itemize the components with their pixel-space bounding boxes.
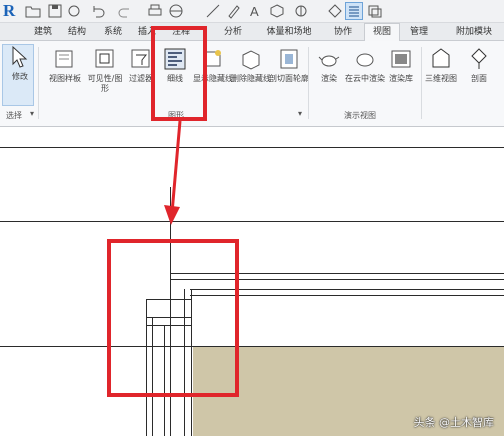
section-icon[interactable] [293,3,309,19]
dimension-icon[interactable] [205,3,221,19]
group-presentation-label: 演示视图 [344,111,376,120]
view-template-icon [54,47,76,71]
drawing-line [0,346,504,347]
render-cloud-label: 在云中渲染 [345,74,385,83]
ribbon-tabs: 建筑 结构 系统 插入 注释 分析 体量和场地 协作 视图 管理 附加模块 [0,23,504,41]
save-icon[interactable] [47,3,63,19]
remove-hidden-label: 删除隐藏线 [231,74,271,83]
cursor-icon [7,45,29,69]
open-icon[interactable] [25,3,41,19]
tab-view[interactable]: 视图 [364,23,400,41]
group-select-label[interactable]: 选择 [6,110,22,121]
revit-logo[interactable]: R [3,1,17,20]
drawing-line [0,221,504,222]
thin-lines-highlight-box [151,26,207,121]
svg-text:A: A [250,4,259,19]
redo-icon[interactable] [117,3,133,19]
pointer-arrow-icon [164,121,182,225]
tab-architecture[interactable]: 建筑 [28,25,58,39]
tag-icon[interactable] [226,3,242,19]
switch-windows-icon[interactable] [367,3,383,19]
cloud-teapot-icon [354,47,376,71]
remove-hidden-lines-button[interactable]: 删除隐藏线 [231,47,271,103]
modify-button[interactable]: 修改 [2,44,34,106]
tab-collaborate[interactable]: 协作 [328,25,358,39]
section-label: 剖面 [471,74,487,83]
view-templates-label: 视图样板 [49,74,81,83]
print-icon[interactable] [147,3,163,19]
ribbon-panel: 修改 视图样板 可见性/图形 过滤器 细线 显示隐藏线 删除隐藏线 剖切面轮廓 … [0,41,504,127]
cut-profile-icon [278,47,300,71]
render-button[interactable]: 渲染 [312,47,346,103]
render-cloud-button[interactable]: 在云中渲染 [345,47,385,103]
tab-structure[interactable]: 结构 [62,25,92,39]
cut-profile-label: 剖切面轮廓 [269,74,309,83]
house-3d-icon [430,47,452,71]
filter-icon [130,47,152,71]
drawing-line [0,147,504,148]
render-gallery-label: 渲染库 [389,74,413,83]
view-templates-button[interactable]: 视图样板 [48,47,82,103]
3d-view-icon[interactable] [269,3,285,19]
cut-profile-button[interactable]: 剖切面轮廓 [269,47,309,103]
3d-view-button[interactable]: 三维视图 [424,47,458,103]
visibility-graphics-label: 可见性/图形 [87,74,123,93]
remove-hidden-icon [240,47,262,71]
chevron-down-icon[interactable]: ▾ [30,109,34,118]
detail-highlight-box [107,239,239,397]
group-expand-icon[interactable]: ▾ [298,109,302,118]
tab-massing-site[interactable]: 体量和场地 [258,25,320,39]
visibility-graphics-button[interactable]: 可见性/图形 [88,47,122,103]
modify-label: 修改 [12,72,28,81]
visibility-icon [94,47,116,71]
tab-manage[interactable]: 管理 [404,25,434,39]
watermark-text: 头条 @土木智库 [413,416,495,429]
teapot-icon [318,47,340,71]
measure-icon[interactable] [168,3,184,19]
sync-icon[interactable] [66,3,82,19]
render-gallery-button[interactable]: 渲染库 [384,47,418,103]
3d-view-label: 三维视图 [425,74,457,83]
undo-icon[interactable] [90,3,106,19]
tab-add-ins[interactable]: 附加模块 [446,25,502,39]
gallery-icon [390,47,412,71]
tab-systems[interactable]: 系统 [98,25,128,39]
thin-lines-icon[interactable] [345,2,363,20]
section-ribbon-icon [468,47,490,71]
render-label: 渲染 [321,74,337,83]
text-icon[interactable]: A [247,3,263,19]
drawing-canvas[interactable]: 头条 @土木智库 [0,127,504,436]
tab-analyze[interactable]: 分析 [218,25,248,39]
close-hidden-icon[interactable] [327,3,343,19]
section-button[interactable]: 剖面 [462,47,496,103]
quick-access-toolbar: R A [0,0,504,23]
